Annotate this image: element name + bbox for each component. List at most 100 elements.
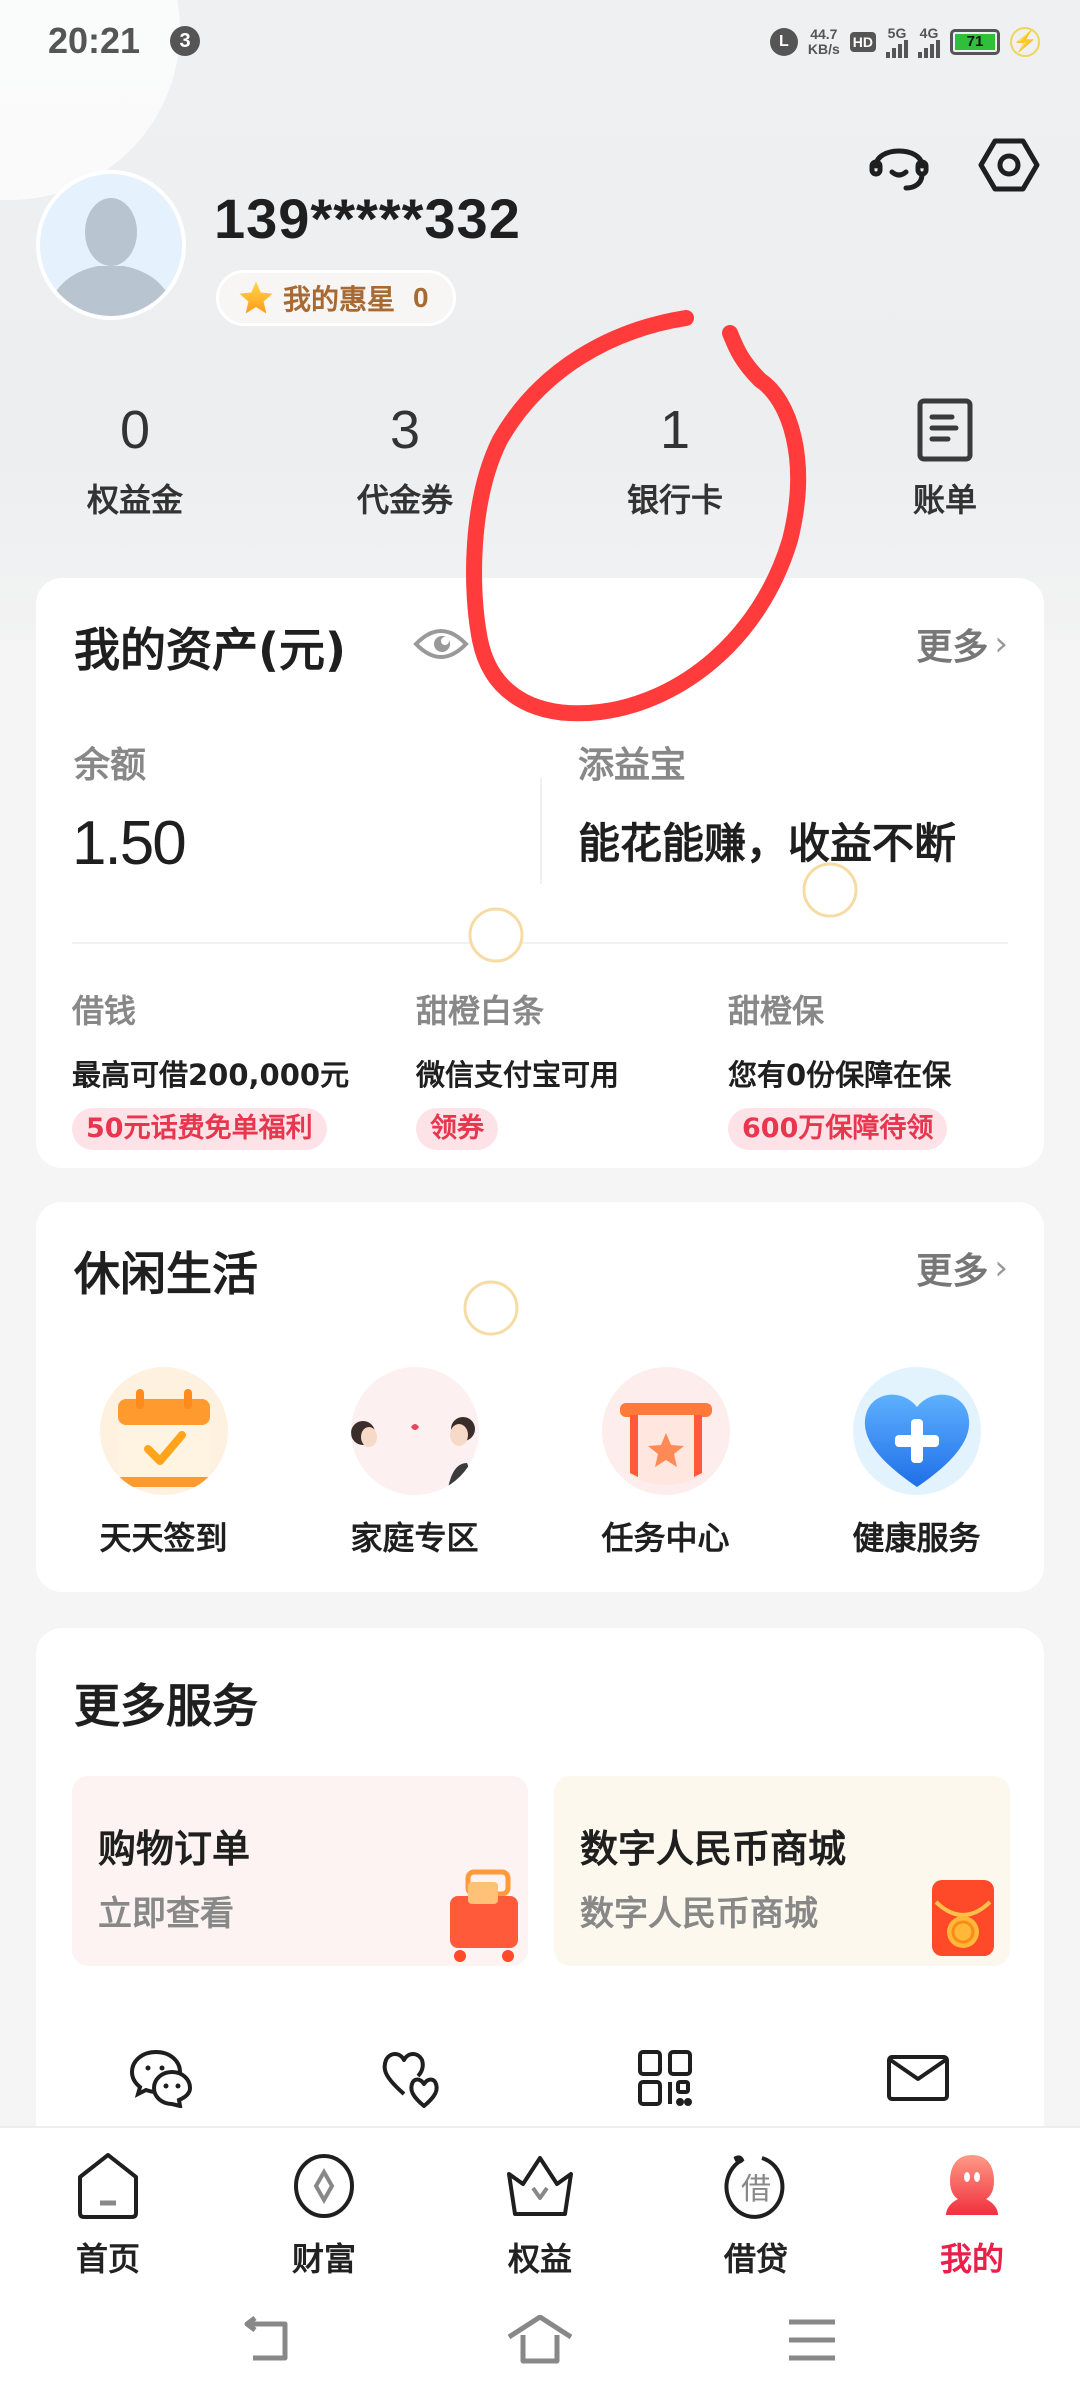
stat-label: 银行卡 bbox=[626, 481, 723, 519]
leisure-item-label: 家庭专区 bbox=[350, 1519, 479, 1557]
settings-hex-icon bbox=[978, 138, 1040, 192]
stat-value: 3 bbox=[389, 400, 421, 460]
balance-value[interactable]: 1.50 bbox=[72, 808, 187, 879]
tab-wealth[interactable]: 财富 bbox=[216, 2128, 432, 2288]
profile-mascot-icon bbox=[946, 2155, 998, 2215]
nav-back-button[interactable] bbox=[228, 2310, 308, 2370]
service-tile-subtitle: 数字人民币商城 bbox=[580, 1894, 818, 1934]
service-tile-shopping-orders[interactable]: 购物订单 立即查看 bbox=[72, 1776, 528, 1966]
eye-icon bbox=[413, 629, 469, 659]
hearts-icon bbox=[382, 2052, 439, 2108]
leisure-more-link[interactable]: 更多 › bbox=[916, 1242, 1008, 1294]
signal-bars-icon bbox=[886, 40, 908, 58]
bill-icon bbox=[917, 398, 973, 462]
service-tile-subtitle: 立即查看 bbox=[98, 1894, 234, 1934]
alarm-icon: L bbox=[769, 28, 798, 56]
favorites-shortcut[interactable] bbox=[374, 2038, 454, 2118]
toggle-visibility-button[interactable] bbox=[412, 622, 470, 666]
avatar[interactable] bbox=[36, 170, 186, 320]
chevron-right-icon: › bbox=[994, 1248, 1008, 1288]
messages-shortcut[interactable] bbox=[878, 2038, 958, 2118]
settings-button[interactable] bbox=[974, 130, 1044, 200]
product-promo-tag: 600万保障待领 bbox=[728, 1108, 948, 1150]
stat-vouchers[interactable]: 3 代金券 bbox=[270, 395, 540, 535]
balance-label: 余额 bbox=[74, 745, 147, 786]
product-promo-tag: 领券 bbox=[416, 1108, 498, 1150]
leisure-item-family[interactable]: 家庭专区 bbox=[305, 1367, 525, 1559]
network-speed-value: 44.7 bbox=[810, 26, 838, 42]
stat-label: 代金券 bbox=[356, 481, 453, 519]
default-user-avatar-icon bbox=[50, 198, 172, 316]
tab-benefits[interactable]: 权益 bbox=[432, 2128, 648, 2288]
stat-label: 权益金 bbox=[86, 481, 183, 519]
back-icon bbox=[244, 2316, 288, 2361]
wechat-shortcut[interactable] bbox=[122, 2038, 202, 2118]
divider bbox=[72, 942, 1008, 944]
leisure-item-label: 天天签到 bbox=[99, 1519, 228, 1557]
qr-code-shortcut[interactable] bbox=[626, 2038, 706, 2118]
qr-code-icon bbox=[638, 2050, 692, 2106]
battery-level: 71 bbox=[955, 34, 995, 50]
tab-label: 首页 bbox=[75, 2240, 140, 2278]
tab-label: 借贷 bbox=[723, 2240, 788, 2278]
stat-benefit-gold[interactable]: 0 权益金 bbox=[0, 395, 270, 535]
product-insurance[interactable]: 甜橙保 您有0份保障在保 600万保障待领 bbox=[728, 986, 951, 1150]
tab-label: 财富 bbox=[291, 2240, 356, 2278]
leisure-item-health[interactable]: 健康服务 bbox=[807, 1367, 1027, 1559]
product-desc: 微信支付宝可用 bbox=[416, 1058, 620, 1092]
sim1-network-type: 5G bbox=[887, 25, 907, 41]
username-phone: 139*****332 bbox=[214, 187, 521, 250]
product-label: 借钱 bbox=[72, 992, 137, 1030]
product-desc: 您有0份保障在保 bbox=[728, 1058, 952, 1092]
stat-value: 0 bbox=[119, 400, 151, 460]
more-label: 更多 bbox=[916, 627, 989, 668]
stat-value: 1 bbox=[659, 400, 691, 460]
sim1-signal: 5G bbox=[886, 26, 908, 58]
more-services-title: 更多服务 bbox=[74, 1679, 258, 1733]
system-home-icon bbox=[507, 2315, 573, 2364]
service-tile-title: 购物订单 bbox=[98, 1827, 251, 1871]
network-speed-unit: KB/s bbox=[807, 41, 840, 57]
home-icon bbox=[78, 2153, 138, 2219]
bottom-tab-bar: 首页 财富 权益 借 借贷 我的 bbox=[0, 2126, 1080, 2288]
more-label: 更多 bbox=[916, 1251, 989, 1292]
status-indicators: L 44.7 KB/s HD 5G 4G 71 ⚡ bbox=[769, 22, 1040, 62]
stat-bills[interactable]: 账单 bbox=[810, 395, 1080, 535]
nav-recents-button[interactable] bbox=[772, 2310, 852, 2370]
more-services-shortcuts bbox=[36, 2028, 1044, 2128]
product-label: 甜橙白条 bbox=[416, 992, 545, 1030]
product-label: 甜橙保 bbox=[728, 992, 825, 1030]
assets-title: 我的资产(元) bbox=[74, 623, 347, 677]
wealth-coin-icon bbox=[294, 2154, 354, 2218]
leisure-item-daily-checkin[interactable]: 天天签到 bbox=[54, 1367, 274, 1559]
product-desc: 最高可借200,000元 bbox=[72, 1058, 350, 1092]
sim2-network-type: 4G bbox=[919, 25, 939, 41]
leisure-item-label: 健康服务 bbox=[852, 1519, 981, 1557]
notification-count-badge: 3 bbox=[170, 26, 200, 56]
customer-service-button[interactable] bbox=[864, 130, 934, 200]
stat-bank-cards[interactable]: 1 银行卡 bbox=[540, 395, 810, 535]
tab-loans[interactable]: 借 借贷 bbox=[648, 2128, 864, 2288]
my-assets-card: 我的资产(元) 更多 › 余额 1.50 添益宝 能花能赚，收益不断 借钱 最高… bbox=[36, 578, 1044, 1168]
chevron-right-icon: › bbox=[994, 624, 1008, 664]
header-background bbox=[0, 0, 1080, 640]
mail-icon bbox=[887, 2055, 949, 2101]
star-icon bbox=[239, 281, 273, 314]
red-bag-icon bbox=[932, 1880, 994, 1956]
leisure-item-task-center[interactable]: 任务中心 bbox=[556, 1367, 776, 1559]
crown-icon bbox=[507, 2156, 573, 2216]
wechat-icon bbox=[129, 2049, 193, 2108]
tianyibao-slogan[interactable]: 能花能赚，收益不断 bbox=[578, 810, 956, 871]
product-borrow[interactable]: 借钱 最高可借200,000元 50元话费免单福利 bbox=[72, 986, 349, 1150]
leisure-life-card: 休闲生活 更多 › 天天签到 家庭专区 任务中心 健康服务 bbox=[36, 1202, 1044, 1592]
my-stars-value: 0 bbox=[413, 282, 429, 313]
tab-home[interactable]: 首页 bbox=[0, 2128, 216, 2288]
service-tile-ecny-mall[interactable]: 数字人民币商城 数字人民币商城 bbox=[554, 1776, 1010, 1966]
stat-label: 账单 bbox=[912, 481, 977, 519]
nav-home-button[interactable] bbox=[500, 2310, 580, 2370]
my-stars-badge[interactable]: 我的惠星 0 bbox=[216, 270, 456, 326]
leisure-title: 休闲生活 bbox=[74, 1247, 258, 1301]
product-baitiao[interactable]: 甜橙白条 微信支付宝可用 领券 bbox=[416, 986, 619, 1150]
assets-more-link[interactable]: 更多 › bbox=[916, 618, 1008, 670]
tab-mine[interactable]: 我的 bbox=[864, 2128, 1080, 2288]
